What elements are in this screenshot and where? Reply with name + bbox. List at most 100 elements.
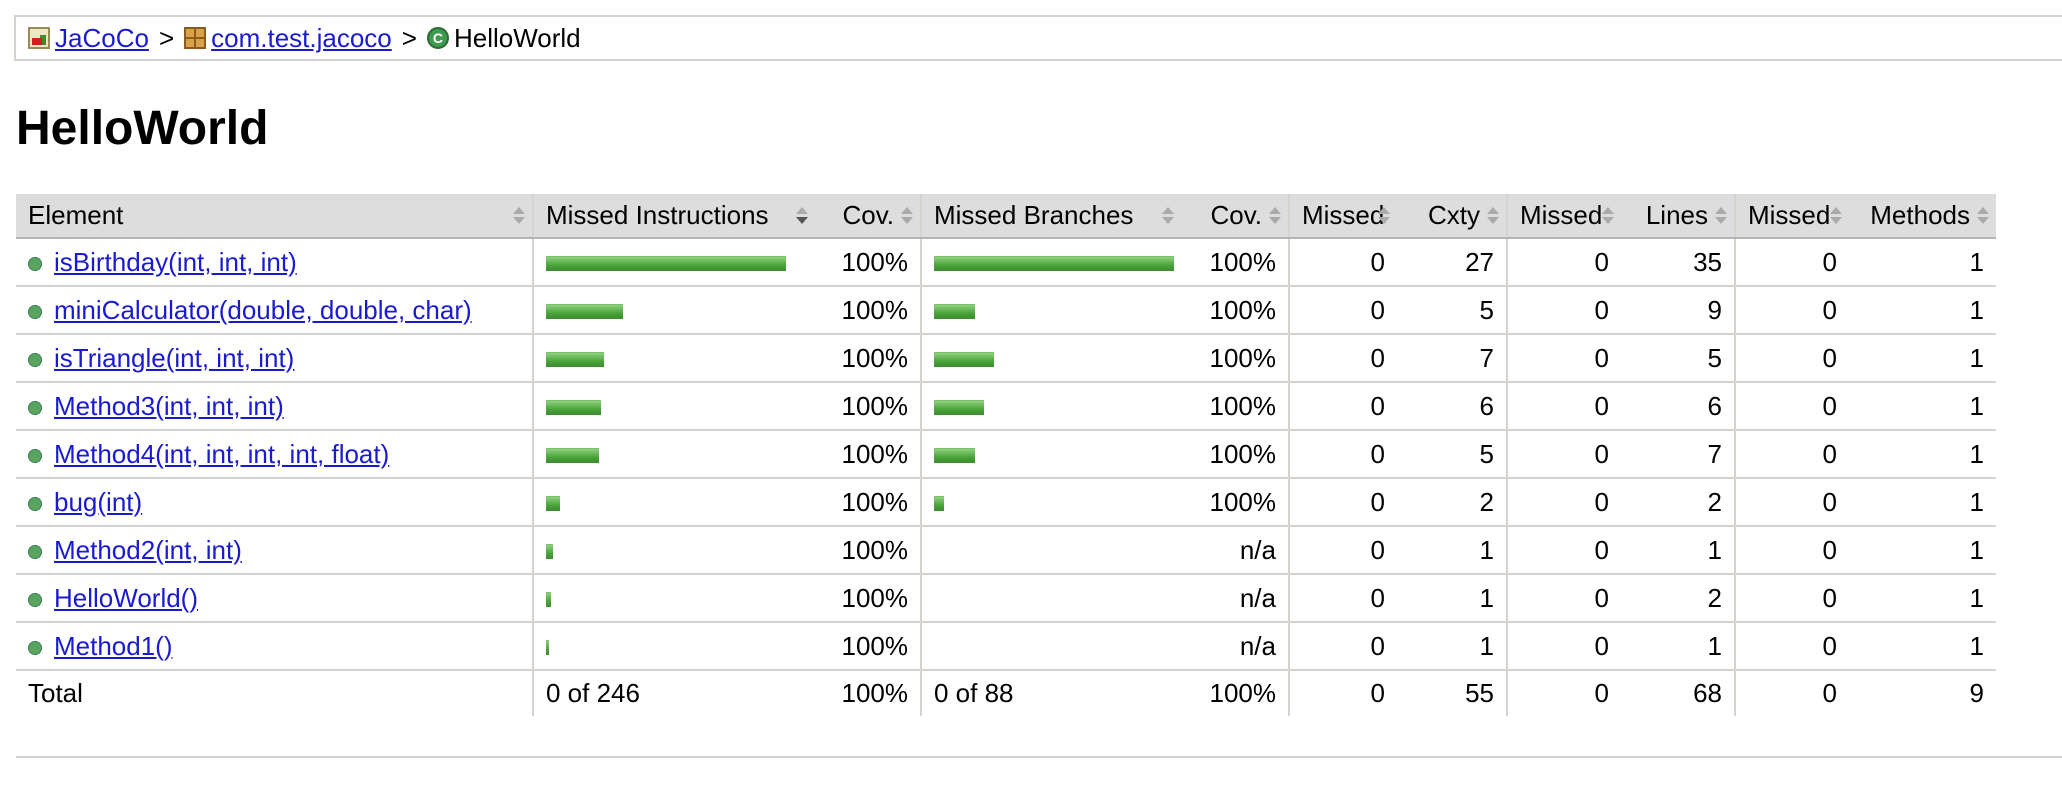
method-link[interactable]: Method2(int, int): [54, 535, 242, 565]
lines: 1: [1621, 526, 1735, 575]
total-branch-coverage: 100%: [1209, 678, 1277, 708]
complexity: 5: [1397, 286, 1507, 335]
method-link[interactable]: isTriangle(int, int, int): [54, 343, 294, 373]
instruction-coverage: 100%: [815, 286, 921, 335]
lines: 9: [1621, 286, 1735, 335]
column-header-missed-complexity[interactable]: Missed: [1288, 194, 1397, 239]
sort-icon: [900, 207, 914, 225]
method-icon: [28, 640, 42, 655]
missed-methods: 0: [1734, 478, 1849, 527]
instruction-coverage-bar-cell: [532, 430, 815, 479]
breadcrumb-separator: >: [401, 22, 417, 53]
instruction-coverage-bar: [546, 640, 549, 656]
column-header-methods[interactable]: Methods: [1849, 194, 1996, 239]
sort-icon: [512, 207, 526, 225]
column-header-lines[interactable]: Lines: [1621, 194, 1735, 239]
sort-icon: [1161, 207, 1175, 225]
instruction-coverage: 100%: [815, 622, 921, 671]
column-header-branch-coverage[interactable]: Cov.: [1181, 194, 1289, 239]
column-header-missed-instructions[interactable]: Missed Instructions: [532, 194, 815, 239]
column-header-complexity[interactable]: Cxty: [1397, 194, 1507, 239]
branch-coverage: 100%: [1181, 430, 1289, 479]
instruction-coverage-bar-cell: [532, 382, 815, 431]
method-link[interactable]: bug(int): [54, 487, 142, 517]
total-missed-methods: 0: [1734, 670, 1849, 716]
element-cell: bug(int): [16, 478, 533, 527]
methods: 1: [1849, 526, 1996, 575]
sort-icon: [1268, 207, 1282, 225]
methods: 1: [1849, 574, 1996, 623]
methods: 1: [1849, 238, 1996, 287]
instruction-coverage-bar: [546, 544, 553, 560]
page-title: HelloWorld: [16, 102, 269, 155]
branch-coverage-bar-cell: [920, 622, 1181, 671]
branch-coverage: n/a: [1181, 622, 1289, 671]
methods: 1: [1849, 430, 1996, 479]
branch-coverage-bar: [934, 400, 984, 416]
methods: 1: [1849, 286, 1996, 335]
total-lines: 68: [1693, 678, 1722, 708]
branch-coverage-bar-cell: [920, 382, 1181, 431]
coverage-table: Element Missed Instructions Cov. Missed …: [16, 194, 1996, 716]
column-header-missed-lines[interactable]: Missed: [1506, 194, 1621, 239]
method-icon: [28, 496, 42, 511]
column-header-missed-methods[interactable]: Missed: [1734, 194, 1849, 239]
table-row: miniCalculator(double, double, char) 100%…: [16, 286, 1996, 335]
column-header-missed-branches[interactable]: Missed Branches: [920, 194, 1181, 239]
column-header-instruction-coverage[interactable]: Cov.: [815, 194, 921, 239]
sort-icon: [1714, 207, 1728, 225]
coverage-rows: isBirthday(int, int, int) 100% 100% 0 27 0 35 0…: [16, 238, 1996, 671]
instruction-coverage: 100%: [815, 382, 921, 431]
branch-coverage-bar-cell: [920, 238, 1181, 287]
method-link[interactable]: miniCalculator(double, double, char): [54, 295, 472, 325]
instruction-coverage-bar: [546, 304, 623, 320]
missed-complexity: 0: [1288, 622, 1397, 671]
breadcrumb-current-class: HelloWorld: [453, 22, 581, 53]
breadcrumb-link-package[interactable]: com.test.jacoco: [211, 23, 392, 54]
element-cell: Method1(): [16, 622, 533, 671]
complexity: 2: [1397, 478, 1507, 527]
breadcrumb-link-jacoco[interactable]: JaCoCo: [55, 23, 149, 54]
missed-lines: 0: [1506, 286, 1621, 335]
methods: 1: [1849, 334, 1996, 383]
branch-coverage: 100%: [1181, 238, 1289, 287]
method-icon: [28, 304, 42, 319]
instruction-coverage: 100%: [815, 478, 921, 527]
branch-coverage-bar: [934, 496, 944, 512]
method-link[interactable]: Method3(int, int, int): [54, 391, 284, 421]
lines: 6: [1621, 382, 1735, 431]
element-cell: HelloWorld(): [16, 574, 533, 623]
instruction-coverage: 100%: [815, 334, 921, 383]
methods: 1: [1849, 382, 1996, 431]
branch-coverage-bar: [934, 448, 975, 464]
sort-icon: [1829, 207, 1843, 225]
method-link[interactable]: Method4(int, int, int, int, float): [54, 439, 389, 469]
instruction-coverage-bar-cell: [532, 238, 815, 287]
total-label: Total: [28, 678, 83, 708]
instruction-coverage: 100%: [815, 526, 921, 575]
footer-divider: [16, 756, 2062, 758]
method-link[interactable]: Method1(): [54, 631, 173, 661]
missed-complexity: 0: [1288, 382, 1397, 431]
table-row: bug(int) 100% 100% 0 2 0 2 0 1: [16, 478, 1996, 527]
method-link[interactable]: isBirthday(int, int, int): [54, 247, 297, 277]
branch-coverage-bar-cell: [920, 526, 1181, 575]
missed-methods: 0: [1734, 526, 1849, 575]
sort-descending-icon: [795, 207, 809, 225]
table-row: isBirthday(int, int, int) 100% 100% 0 27 0 35 0…: [16, 238, 1996, 287]
instruction-coverage-bar-cell: [532, 526, 815, 575]
method-link[interactable]: HelloWorld(): [54, 583, 198, 613]
total-missed-complexity: 0: [1288, 670, 1397, 716]
method-icon: [28, 592, 42, 607]
methods: 1: [1849, 478, 1996, 527]
instruction-coverage-bar: [546, 592, 551, 608]
instruction-coverage-bar: [546, 352, 604, 368]
column-header-element[interactable]: Element: [16, 194, 533, 239]
missed-complexity: 0: [1288, 286, 1397, 335]
method-icon: [28, 400, 42, 415]
missed-complexity: 0: [1288, 526, 1397, 575]
missed-lines: 0: [1506, 430, 1621, 479]
package-icon: [184, 27, 207, 49]
missed-methods: 0: [1734, 286, 1849, 335]
instruction-coverage-bar: [546, 400, 601, 416]
